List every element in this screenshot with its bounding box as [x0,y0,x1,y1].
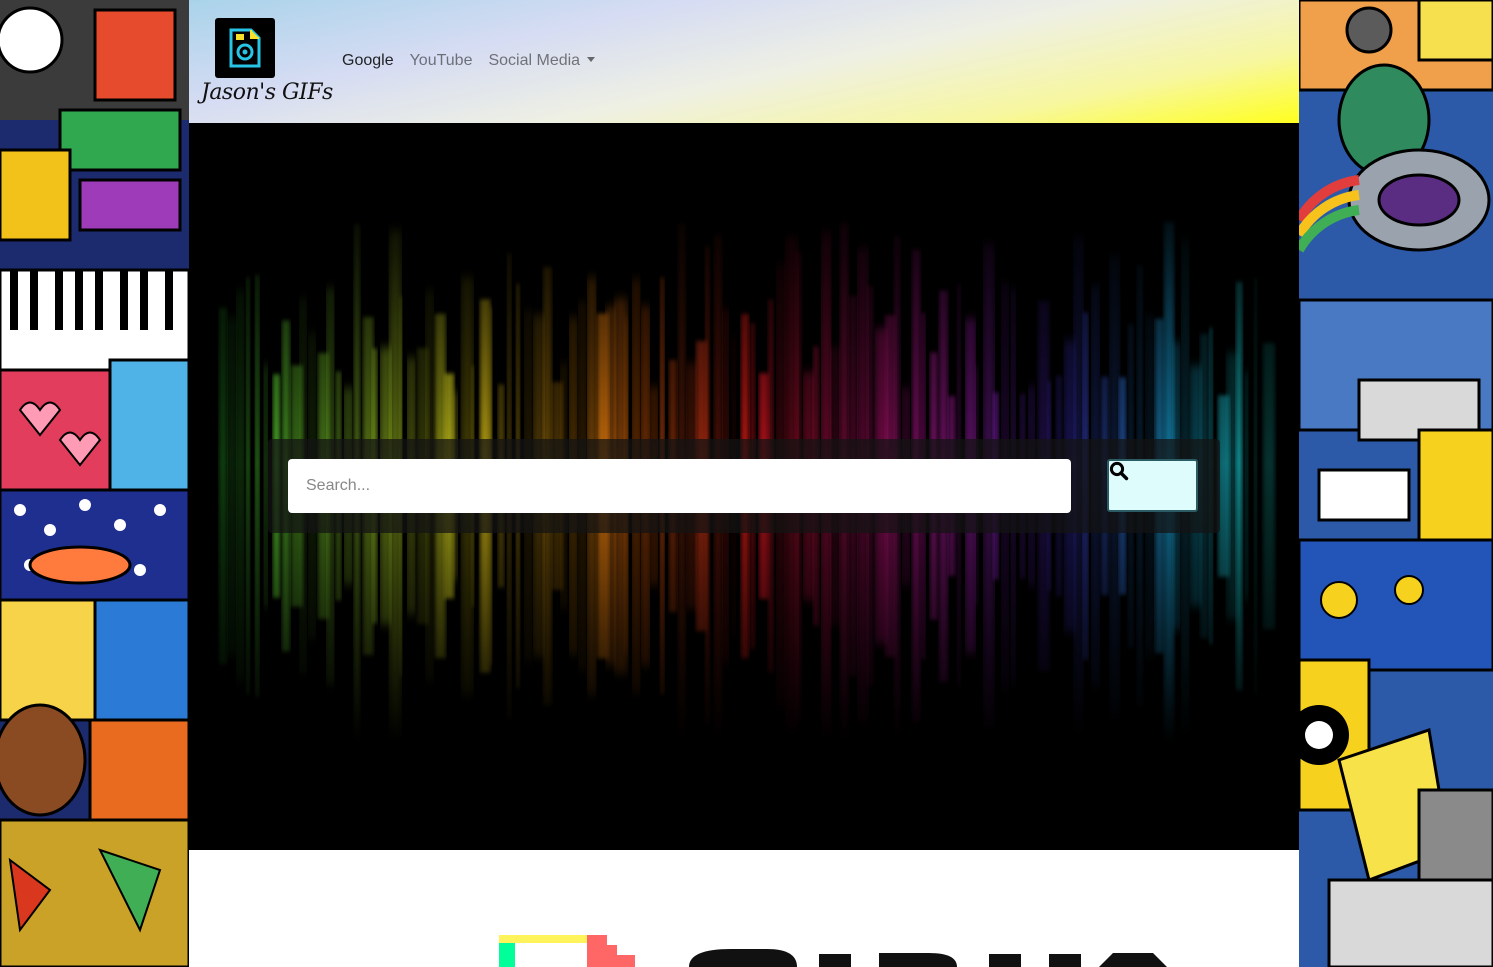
light-streak [1254,278,1258,694]
light-streak [228,316,236,656]
main-content: Jason's GIFs Google YouTube Social Media [189,0,1299,967]
search-input[interactable] [288,459,1071,513]
right-doodle-background [1299,0,1493,967]
nav-link-google[interactable]: Google [334,50,402,72]
search-icon [1109,461,1129,481]
light-streak [255,275,260,697]
light-streak [1245,371,1249,601]
light-streak [1236,281,1243,691]
nav-dropdown-label: Social Media [488,52,581,69]
doodle-art-right [1299,0,1493,967]
brand-link[interactable]: Jason's GIFs [201,16,333,116]
hero-banner [189,123,1299,850]
giphy-logo [499,935,1167,967]
light-streak [237,289,244,683]
nav-links: Google YouTube Social Media [334,50,603,72]
giphy-logo-section [189,850,1299,967]
nav-link-youtube[interactable]: YouTube [402,50,481,72]
doodle-art-left [0,0,189,967]
light-streak [1263,342,1275,630]
search-button[interactable] [1107,459,1198,512]
brand-name: Jason's GIFs [201,80,333,105]
light-streak [246,277,250,695]
caret-down-icon [587,57,596,62]
navbar: Jason's GIFs Google YouTube Social Media [189,0,1299,123]
light-streak [219,307,228,665]
left-doodle-background [0,0,189,967]
camera-file-icon [215,18,275,78]
light-streak [264,364,268,608]
search-bar [268,439,1220,533]
nav-dropdown-social-media[interactable]: Social Media [480,50,603,72]
